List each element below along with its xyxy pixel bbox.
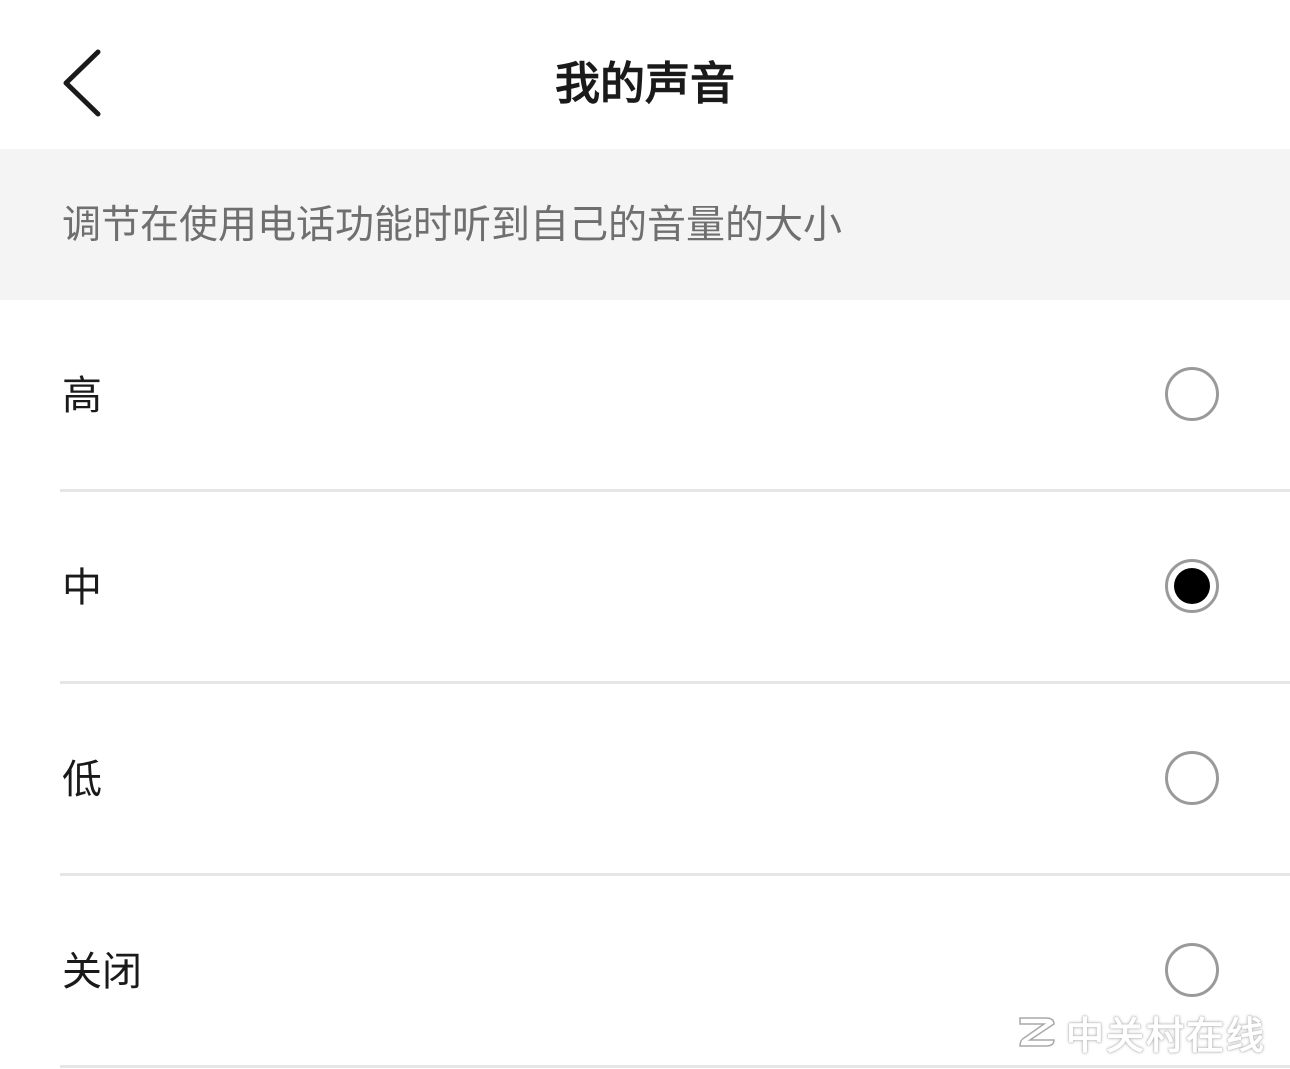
radio-button[interactable] (1165, 751, 1219, 805)
watermark: 中关村在线 (1016, 1005, 1266, 1059)
option-low[interactable]: 低 (0, 684, 1290, 876)
description-text: 调节在使用电话功能时听到自己的音量的大小 (62, 203, 843, 248)
page-title: 我的声音 (554, 57, 735, 110)
divider (60, 1065, 1290, 1068)
option-medium[interactable]: 中 (0, 492, 1290, 684)
my-voice-settings-page: 我的声音 调节在使用电话功能时听到自己的音量的大小 高 中 低 关闭 中关村在线 (0, 0, 1290, 1069)
option-label: 中 (62, 565, 102, 611)
watermark-text: 中关村在线 (1066, 1013, 1267, 1058)
radio-button[interactable] (1165, 943, 1219, 997)
option-label: 关闭 (62, 949, 142, 995)
option-label: 低 (62, 757, 102, 803)
volume-options-list: 高 中 低 关闭 (0, 300, 1290, 1068)
radio-selected-dot (1174, 568, 1210, 604)
top-bar: 我的声音 (0, 0, 1290, 149)
option-label: 高 (62, 373, 102, 419)
option-high[interactable]: 高 (0, 300, 1290, 492)
zol-logo-icon (1019, 1017, 1055, 1047)
radio-button[interactable] (1165, 559, 1219, 613)
radio-button[interactable] (1165, 367, 1219, 421)
